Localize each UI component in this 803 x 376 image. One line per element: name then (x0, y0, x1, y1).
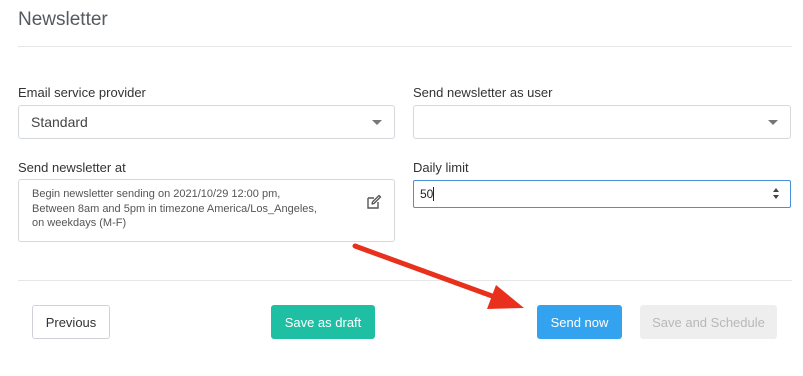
spinner-icon[interactable] (773, 187, 781, 201)
save-draft-button[interactable]: Save as draft (271, 305, 375, 339)
edit-icon[interactable] (366, 194, 382, 210)
provider-select-value: Standard (31, 114, 88, 130)
spinner-down-icon[interactable] (773, 195, 779, 199)
chevron-down-icon (372, 120, 382, 125)
page-title: Newsletter (18, 9, 108, 30)
provider-select[interactable]: Standard (18, 105, 395, 139)
send-at-label: Send newsletter at (18, 160, 126, 175)
send-as-label: Send newsletter as user (413, 85, 553, 100)
daily-limit-input[interactable]: 50 (413, 180, 791, 208)
send-at-box[interactable]: Begin newsletter sending on 2021/10/29 1… (18, 179, 395, 242)
schedule-line: Begin newsletter sending on 2021/10/29 1… (32, 188, 281, 200)
schedule-line: Between 8am and 5pm in timezone America/… (32, 202, 317, 215)
send-now-button[interactable]: Send now (537, 305, 622, 339)
spinner-up-icon[interactable] (773, 188, 779, 192)
schedule-line: on weekdays (M-F) (32, 217, 127, 229)
daily-limit-label: Daily limit (413, 160, 469, 175)
text-cursor (433, 187, 434, 201)
header-divider (18, 46, 792, 47)
chevron-down-icon (768, 120, 778, 125)
save-and-schedule-button: Save and Schedule (640, 305, 777, 339)
schedule-summary: Begin newsletter sending on 2021/10/29 1… (32, 187, 347, 231)
footer-divider (18, 280, 792, 281)
daily-limit-value: 50 (420, 187, 434, 201)
provider-label: Email service provider (18, 85, 146, 100)
send-as-select[interactable] (413, 105, 791, 139)
previous-button[interactable]: Previous (32, 305, 110, 339)
